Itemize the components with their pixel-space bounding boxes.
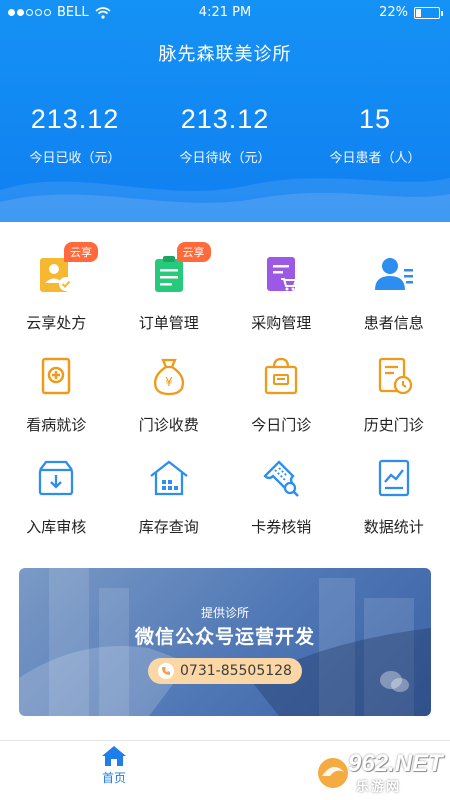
page-title: 脉先森联美诊所 [158,44,292,65]
tile-today-clinic[interactable]: 今日门诊 [225,342,338,444]
tile-label: 订单管理 [138,314,199,332]
battery-percent: 22% [379,5,408,20]
tile-label: 采购管理 [251,314,312,332]
tile-inventory-query[interactable]: 库存查询 [113,444,226,546]
tile-clinic-billing[interactable]: ¥ 门诊收费 [113,342,226,444]
tile-label: 看病就诊 [26,416,87,434]
header: BELL 4:21 PM 22% 脉先森联美诊所 213.12 今日已收（元） … [0,0,450,222]
tab-home-label: 首页 [101,771,126,785]
phone-icon [158,663,175,679]
coupon-icon [259,456,303,500]
battery-icon [414,6,443,19]
stat-label: 今日已收（元） [29,151,121,166]
tile-label: 卡券核销 [251,518,312,536]
watermark-text: 乐游网 [356,780,402,795]
tile-label: 门诊收费 [138,416,199,434]
stat-received[interactable]: 213.12 今日已收（元） [0,104,150,166]
cloud-badge: 云享 [176,242,211,262]
tile-cloud-prescription[interactable]: 云享 云享处方 [0,240,113,342]
money-bag-icon: ¥ [147,354,191,398]
function-grid: 云享 云享处方 云享 订单管理 采购管理 患者信息 看病就诊 ¥ 门诊收费 今日… [0,240,450,546]
history-clinic-icon [372,354,416,398]
today-clinic-icon [259,354,303,398]
tile-label: 患者信息 [363,314,424,332]
banner-subtitle: 提供诊所 [200,606,249,620]
warehouse-icon [147,456,191,500]
phone-number: 0731-85505128 [180,663,292,679]
tile-purchase-management[interactable]: 采购管理 [225,240,338,342]
header-wave-decoration [0,178,450,222]
inbound-box-icon [34,456,78,500]
tile-inbound-review[interactable]: 入库审核 [0,444,113,546]
stats-icon [372,456,416,500]
tile-data-stats[interactable]: 数据统计 [338,444,450,546]
stat-value: 15 [358,104,392,134]
stat-label: 今日待收（元） [179,151,271,166]
tile-label: 库存查询 [138,518,199,536]
tile-label: 云享处方 [26,314,87,332]
tile-label: 历史门诊 [363,416,424,434]
svg-text:¥: ¥ [165,375,173,389]
stat-value: 213.12 [30,104,120,134]
stat-patients[interactable]: 15 今日患者（人） [300,104,450,166]
tile-label: 入库审核 [26,518,87,536]
tile-medical-visit[interactable]: 看病就诊 [0,342,113,444]
tile-history-clinic[interactable]: 历史门诊 [338,342,450,444]
phone-pill[interactable]: 0731-85505128 [148,658,302,684]
patient-icon [372,252,416,296]
status-bar: BELL 4:21 PM 22% [0,0,450,26]
cloud-badge: 云享 [64,242,98,262]
watermark-logo: 962.NET 乐游网 [314,748,446,796]
promo-banner[interactable]: 提供诊所 微信公众号运营开发 0731-85505128 [19,568,431,716]
watermark-swirl-icon [318,758,348,788]
medical-visit-icon [34,354,78,398]
watermark-number: 962.NET [348,750,443,777]
tile-order-management[interactable]: 云享 订单管理 [113,240,226,342]
tile-label: 今日门诊 [251,416,312,434]
stat-label: 今日患者（人） [329,151,421,166]
stats-row: 213.12 今日已收（元） 213.12 今日待收（元） 15 今日患者（人） [0,104,450,166]
chat-bubble-icon [380,671,409,692]
purchase-icon [259,252,303,296]
tile-coupon-redeem[interactable]: 卡券核销 [225,444,338,546]
banner-title: 微信公众号运营开发 [134,626,315,648]
tab-home[interactable]: 首页 [86,745,142,786]
tile-label: 数据统计 [363,518,424,536]
stat-pending[interactable]: 213.12 今日待收（元） [150,104,300,166]
tile-patient-info[interactable]: 患者信息 [338,240,450,342]
stat-value: 213.12 [180,104,270,134]
home-icon [102,746,126,766]
